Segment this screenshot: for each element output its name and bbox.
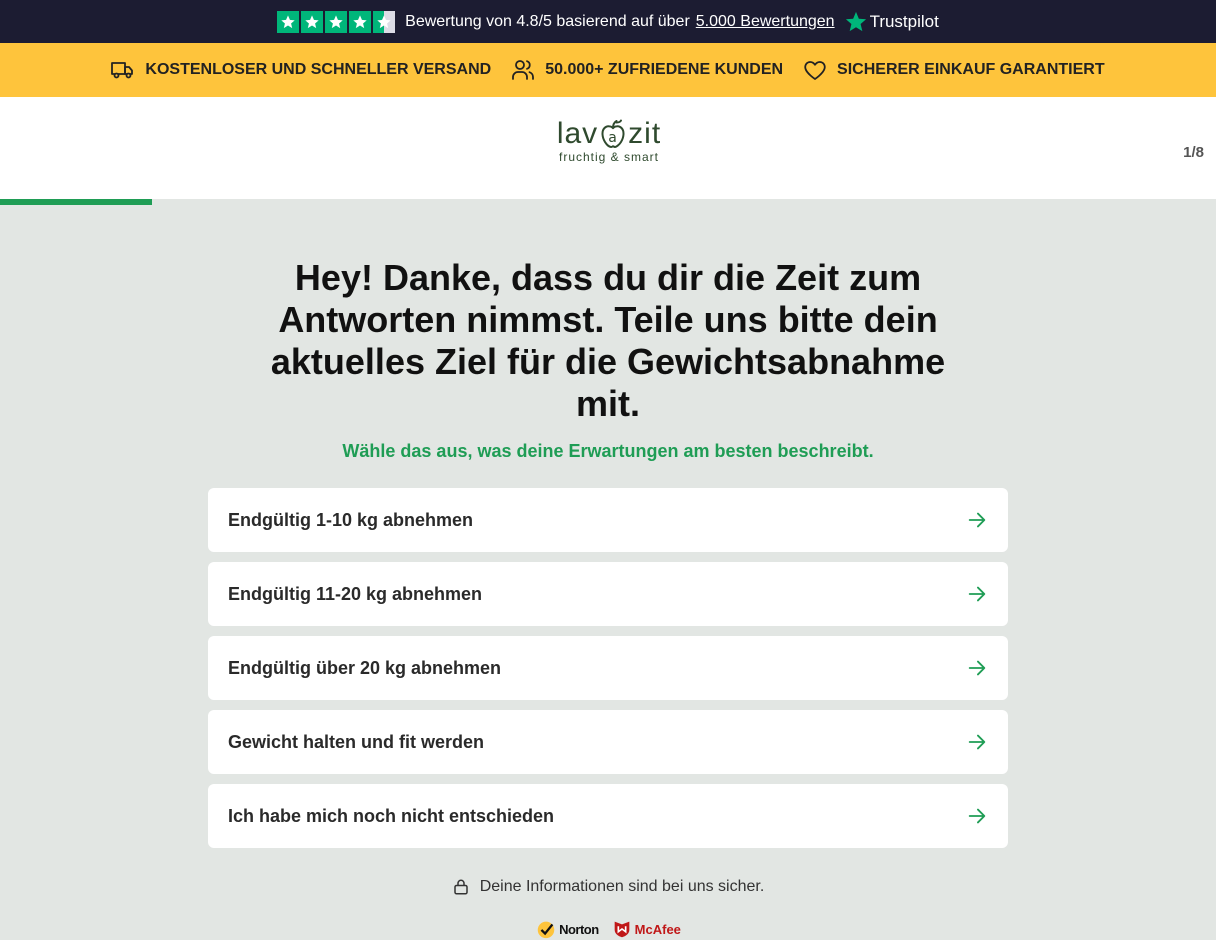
answer-option[interactable]: Endgültig 1-10 kg abnehmen [208, 488, 1008, 552]
svg-text:a: a [608, 130, 618, 146]
star-icon [349, 10, 372, 33]
half-star-icon [373, 10, 396, 33]
trustpilot-logo: Trustpilot [845, 11, 939, 33]
trustpilot-brand: Trustpilot [869, 11, 939, 31]
lavazit-logo[interactable]: lav a zit fruchtig & smart [548, 117, 670, 175]
answer-options: Endgültig 1-10 kg abnehmen Endgültig 11-… [208, 488, 1008, 848]
answer-label: Gewicht halten und fit werden [228, 731, 485, 752]
benefit-customers: 50.000+ ZUFRIEDENE KUNDEN [511, 58, 783, 82]
star-icon [277, 10, 300, 33]
answer-option[interactable]: Endgültig über 20 kg abnehmen [208, 636, 1008, 700]
arrow-right-icon [966, 731, 988, 753]
arrow-right-icon [966, 657, 988, 679]
step-counter: 1/8 [1183, 144, 1204, 161]
logo-tagline: fruchtig & smart [558, 150, 660, 164]
heart-icon [804, 61, 826, 80]
mcafee-badge: McAfee [611, 918, 681, 940]
quiz-main: Hey! Danke, dass du dir die Zeit zum Ant… [0, 205, 1216, 940]
security-note: Deine Informationen sind bei uns sicher. [0, 878, 1216, 896]
site-header: lav a zit fruchtig & smart 1/8 [0, 97, 1216, 199]
answer-label: Ich habe mich noch nicht entschieden [228, 805, 555, 826]
answer-label: Endgültig über 20 kg abnehmen [228, 657, 502, 678]
trustpilot-star-icon [845, 11, 866, 31]
answer-option[interactable]: Endgültig 11-20 kg abnehmen [208, 562, 1008, 626]
benefit-label: KOSTENLOSER UND SCHNELLER VERSAND [145, 61, 492, 78]
norton-badge: Norton [535, 918, 599, 940]
star-icon [325, 10, 348, 33]
benefit-secure: SICHERER EINKAUF GARANTIERT [803, 58, 1105, 82]
truck-icon [111, 62, 134, 79]
benefits-bar: KOSTENLOSER UND SCHNELLER VERSAND 50.000… [0, 43, 1216, 97]
logo-wordmark: lav a zit [548, 117, 670, 151]
star-icon [301, 10, 324, 33]
answer-label: Endgültig 11-20 kg abnehmen [228, 583, 483, 604]
rating-text: Bewertung von 4.8/5 basierend auf über [405, 12, 690, 30]
mcafee-label: McAfee [634, 921, 681, 937]
arrow-right-icon [966, 805, 988, 827]
quiz-subtitle: Wähle das aus, was deine Erwartungen am … [342, 441, 874, 461]
trustpilot-bar: Bewertung von 4.8/5 basierend auf über 5… [0, 0, 1216, 43]
benefit-label: SICHERER EINKAUF GARANTIERT [837, 61, 1105, 78]
norton-check-icon [537, 921, 555, 939]
arrow-right-icon [966, 509, 988, 531]
answer-option[interactable]: Gewicht halten und fit werden [208, 710, 1008, 774]
users-icon [512, 60, 535, 80]
benefit-label: 50.000+ ZUFRIEDENE KUNDEN [545, 61, 784, 78]
logo-left: lav [556, 117, 599, 150]
security-badges: Norton McAfee [0, 918, 1216, 940]
trustpilot-stars [277, 10, 396, 33]
security-text: Deine Informationen sind bei uns sicher. [479, 878, 765, 895]
answer-label: Endgültig 1-10 kg abnehmen [228, 509, 474, 530]
apple-icon: a [598, 119, 628, 151]
answer-option[interactable]: Ich habe mich noch nicht entschieden [208, 784, 1008, 848]
reviews-link[interactable]: 5.000 Bewertungen [696, 13, 835, 31]
logo-right: zit [628, 117, 662, 150]
lock-icon [453, 879, 468, 895]
benefit-shipping: KOSTENLOSER UND SCHNELLER VERSAND [111, 58, 491, 82]
quiz-title: Hey! Danke, dass du dir die Zeit zum Ant… [270, 257, 946, 424]
mcafee-shield-icon [614, 921, 630, 938]
norton-label: Norton [559, 921, 599, 937]
arrow-right-icon [966, 583, 988, 605]
